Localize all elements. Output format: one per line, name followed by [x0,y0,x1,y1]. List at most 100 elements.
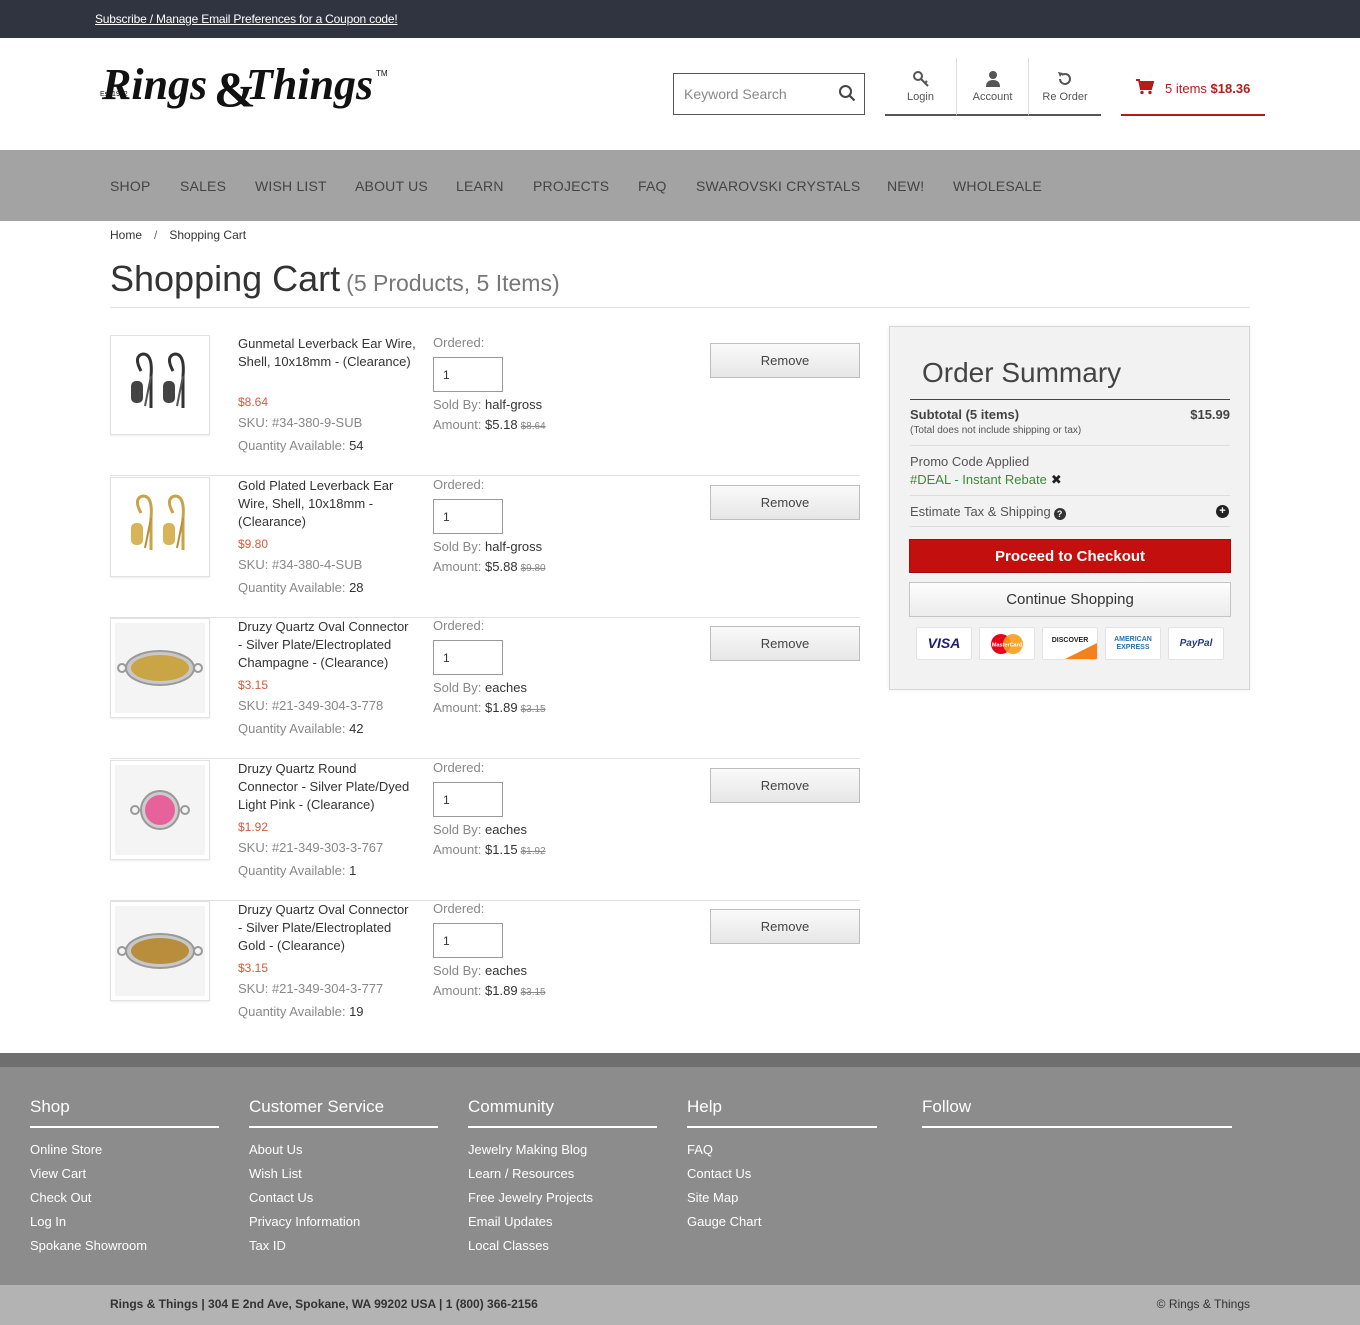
remove-promo-icon[interactable]: ✖ [1051,472,1062,488]
amount: Amount: $5.18 $8.64 [433,417,546,432]
remove-button[interactable]: Remove [710,343,860,378]
footer-link[interactable]: Contact Us [687,1165,877,1189]
product-image[interactable] [110,335,210,435]
nav-wish-list[interactable]: WISH LIST [255,178,327,194]
qty-available-label: Quantity Available: [238,580,346,595]
quantity-input[interactable] [433,357,503,392]
nav-about-us[interactable]: ABOUT US [355,178,428,194]
site-footer: Shop Online Store View Cart Check Out Log In… [0,1053,1360,1285]
qty-available-label: Quantity Available: [238,438,346,453]
breadcrumb-home[interactable]: Home [110,228,142,242]
subscribe-link[interactable]: Subscribe / Manage Email Preferences for… [95,12,398,26]
product-name[interactable]: Druzy Quartz Round Connector - Silver Pl… [238,760,416,814]
keyword-search [673,73,865,115]
cart-item-row: Gold Plated Leverback Ear Wire, Shell, 1… [110,477,860,618]
paypal-icon: PayPal [1168,627,1224,660]
remove-button[interactable]: Remove [710,768,860,803]
qty-available-value: 54 [349,438,364,453]
footer-bottom-bar: Rings & Things | 304 E 2nd Ave, Spokane,… [0,1285,1360,1325]
nav-wholesale[interactable]: WHOLESALE [953,178,1042,194]
footer-link[interactable]: Privacy Information [249,1213,438,1237]
continue-shopping-button[interactable]: Continue Shopping [909,582,1231,617]
product-sku: SKU: #21-349-303-3-767 [238,840,384,855]
summary-divider [910,495,1230,496]
sold-by: Sold By: half-gross [433,397,542,412]
help-icon[interactable]: ? [1053,508,1066,520]
quantity-input[interactable] [433,782,503,817]
product-name[interactable]: Druzy Quartz Oval Connector - Silver Pla… [238,618,416,672]
footer-link[interactable]: Free Jewelry Projects [468,1189,657,1213]
product-price: $1.92 [238,820,269,834]
search-icon[interactable] [838,84,856,102]
site-logo[interactable]: Rings & Things TM Est.1972 [98,56,390,117]
sold-by-label: Sold By: [433,397,482,412]
breadcrumb-current: Shopping Cart [169,228,247,242]
product-image[interactable] [110,618,210,718]
expand-plus-icon[interactable]: + [1216,505,1229,518]
nav-faq[interactable]: FAQ [638,178,667,194]
footer-link[interactable]: Log In [30,1213,219,1237]
nav-new[interactable]: NEW! [887,178,924,194]
footer-link[interactable]: View Cart [30,1165,219,1189]
footer-link[interactable]: Learn / Resources [468,1165,657,1189]
product-sku: SKU: #21-349-304-3-777 [238,981,384,996]
footer-link[interactable]: About Us [249,1141,438,1165]
page-title-text: Shopping Cart [110,258,341,299]
quantity-input[interactable] [433,499,503,534]
remove-button[interactable]: Remove [710,626,860,661]
estimate-tax-shipping[interactable]: Estimate Tax & Shipping? [910,504,1066,520]
mastercard-icon: MasterCard [979,627,1035,660]
product-name[interactable]: Gold Plated Leverback Ear Wire, Shell, 1… [238,477,416,531]
product-sku: SKU: #34-380-9-SUB [238,415,363,430]
nav-swarovski-crystals[interactable]: SWAROVSKI CRYSTALS [696,178,860,194]
subtotal-value: $15.99 [1190,407,1230,422]
header-cart-button[interactable]: 5 items $18.36 [1121,58,1265,116]
login-button[interactable]: Login [885,58,957,116]
nav-learn[interactable]: LEARN [456,178,504,194]
account-button[interactable]: Account [957,58,1029,116]
page-title: Shopping Cart (5 Products, 5 Items) [110,258,560,300]
footer-link[interactable]: Gauge Chart [687,1213,877,1237]
row-divider [110,475,860,476]
product-price: $3.15 [238,678,269,692]
login-label: Login [907,91,934,103]
nav-projects[interactable]: PROJECTS [533,178,609,194]
summary-divider [910,445,1230,446]
nav-sales[interactable]: SALES [180,178,226,194]
product-image[interactable] [110,760,210,860]
footer-link[interactable]: Spokane Showroom [30,1237,219,1261]
footer-link[interactable]: Check Out [30,1189,219,1213]
quantity-available: Quantity Available: 1 [238,863,356,878]
footer-link[interactable]: Email Updates [468,1213,657,1237]
user-icon [985,71,1000,87]
remove-button[interactable]: Remove [710,485,860,520]
reorder-button[interactable]: Re Order [1029,58,1101,116]
remove-button[interactable]: Remove [710,909,860,944]
footer-link[interactable]: Tax ID [249,1237,438,1261]
product-image[interactable] [110,477,210,577]
footer-link[interactable]: Local Classes [468,1237,657,1261]
product-name[interactable]: Gunmetal Leverback Ear Wire, Shell, 10x1… [238,335,416,371]
sold-by-label: Sold By: [433,963,482,978]
search-input[interactable] [674,74,834,114]
proceed-to-checkout-button[interactable]: Proceed to Checkout [909,539,1231,573]
amount-original: $1.92 [520,846,546,857]
qty-available-value: 28 [349,580,364,595]
sold-by: Sold By: half-gross [433,539,542,554]
footer-link[interactable]: FAQ [687,1141,877,1165]
footer-link[interactable]: Site Map [687,1189,877,1213]
product-name[interactable]: Druzy Quartz Oval Connector - Silver Pla… [238,901,416,955]
footer-link[interactable]: Jewelry Making Blog [468,1141,657,1165]
gold-oval-image [115,906,205,996]
product-image[interactable] [110,901,210,1001]
quantity-input[interactable] [433,923,503,958]
footer-link[interactable]: Contact Us [249,1189,438,1213]
footer-link[interactable]: Wish List [249,1165,438,1189]
quantity-input[interactable] [433,640,503,675]
qty-available-value: 42 [349,721,364,736]
amount-original: $8.64 [520,421,546,432]
summary-divider [910,399,1230,400]
account-label: Account [972,91,1013,103]
footer-link[interactable]: Online Store [30,1141,219,1165]
nav-shop[interactable]: SHOP [110,178,150,194]
